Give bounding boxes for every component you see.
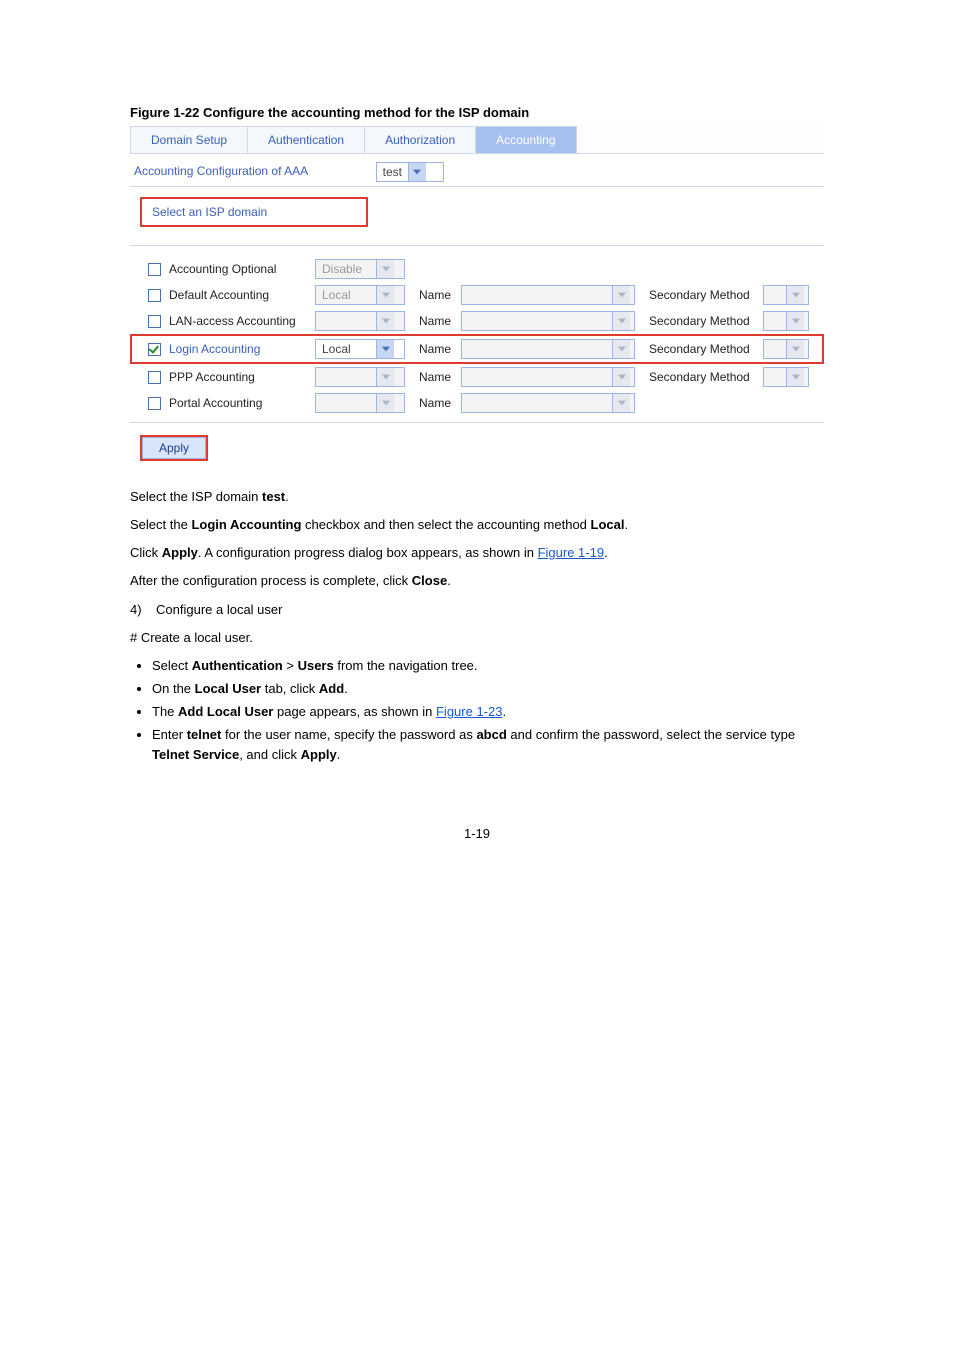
select-ppp-primary[interactable] [315,367,405,387]
isp-domain-label: Select an ISP domain [152,205,267,219]
label-ppp-accounting: PPP Accounting [169,370,307,384]
rows-container: Accounting Optional Disable Default Acco… [130,256,824,416]
checkbox-login-accounting[interactable] [148,343,161,356]
tab-domain-setup[interactable]: Domain Setup [130,126,248,153]
select-lan-secondary[interactable] [763,311,809,331]
chevron-down-icon [612,312,630,330]
link-figure-1-23[interactable]: Figure 1-23 [436,704,502,719]
label-name: Name [413,314,453,328]
select-default-secondary[interactable] [763,285,809,305]
page-number: 1-19 [130,826,824,841]
select-ppp-name[interactable] [461,367,635,387]
row-default-accounting: Default Accounting Local Name Secondary … [130,282,824,308]
label-accounting-optional: Accounting Optional [169,262,307,276]
chevron-down-icon [376,368,394,386]
label-name: Name [413,370,453,384]
chevron-down-icon [408,163,426,181]
label-secondary-method: Secondary Method [643,288,755,302]
tab-authentication[interactable]: Authentication [247,126,365,153]
chevron-down-icon [786,340,804,358]
config-panel: Select an ISP domain test Accounting Opt… [130,186,824,423]
checkbox-lan-accounting[interactable] [148,315,161,328]
tab-authorization[interactable]: Authorization [364,126,476,153]
chevron-down-icon [612,368,630,386]
label-secondary-method: Secondary Method [643,342,755,356]
checkbox-ppp-accounting[interactable] [148,371,161,384]
checkbox-accounting-optional[interactable] [148,263,161,276]
apply-highlight: Apply [140,435,208,461]
instruction-text: Select the ISP domain test. Select the L… [130,487,824,766]
chevron-down-icon [786,286,804,304]
row-accounting-optional: Accounting Optional Disable [130,256,824,282]
steps-list: Select Authentication > Users from the n… [152,656,824,766]
link-figure-1-19[interactable]: Figure 1-19 [538,545,604,560]
list-item: Enter telnet for the user name, specify … [152,725,824,765]
select-lan-name[interactable] [461,311,635,331]
select-portal-name[interactable] [461,393,635,413]
tab-accounting[interactable]: Accounting [475,126,576,153]
select-login-name[interactable] [461,339,635,359]
chevron-down-icon [376,394,394,412]
label-login-accounting: Login Accounting [169,342,307,356]
select-optional-primary[interactable]: Disable [315,259,405,279]
label-name: Name [413,396,453,410]
label-lan-accounting: LAN-access Accounting [169,314,307,328]
label-default-accounting: Default Accounting [169,288,307,302]
list-item: The Add Local User page appears, as show… [152,702,824,722]
label-name: Name [413,342,453,356]
row-lan-accounting: LAN-access Accounting Name Secondary Met… [130,308,824,334]
row-login-accounting: Login Accounting Local Name Secondary Me… [130,334,824,364]
chevron-down-icon [612,286,630,304]
tabs-bar: Domain Setup Authentication Authorizatio… [130,126,824,154]
label-name: Name [413,288,453,302]
select-login-primary[interactable]: Local [315,339,405,359]
select-lan-primary[interactable] [315,311,405,331]
list-item: Select Authentication > Users from the n… [152,656,824,676]
isp-domain-row: Select an ISP domain [140,197,368,227]
chevron-down-icon [376,286,394,304]
row-ppp-accounting: PPP Accounting Name Secondary Method [130,364,824,390]
panel-title: Accounting Configuration of AAA [130,154,824,186]
select-login-secondary[interactable] [763,339,809,359]
label-portal-accounting: Portal Accounting [169,396,307,410]
select-default-primary[interactable]: Local [315,285,405,305]
checkbox-portal-accounting[interactable] [148,397,161,410]
chevron-down-icon [376,260,394,278]
label-secondary-method: Secondary Method [643,314,755,328]
chevron-down-icon [376,340,394,358]
screenshot-container: Domain Setup Authentication Authorizatio… [130,126,824,461]
label-secondary-method: Secondary Method [643,370,755,384]
figure-label: Figure 1-22 Configure the accounting met… [130,105,824,120]
chevron-down-icon [786,312,804,330]
apply-button[interactable]: Apply [142,437,206,459]
select-ppp-secondary[interactable] [763,367,809,387]
chevron-down-icon [786,368,804,386]
row-portal-accounting: Portal Accounting Name [130,390,824,416]
select-default-name[interactable] [461,285,635,305]
chevron-down-icon [612,340,630,358]
select-portal-primary[interactable] [315,393,405,413]
checkbox-default-accounting[interactable] [148,289,161,302]
chevron-down-icon [612,394,630,412]
isp-domain-select[interactable]: test [376,162,444,182]
list-item: On the Local User tab, click Add. [152,679,824,699]
chevron-down-icon [376,312,394,330]
